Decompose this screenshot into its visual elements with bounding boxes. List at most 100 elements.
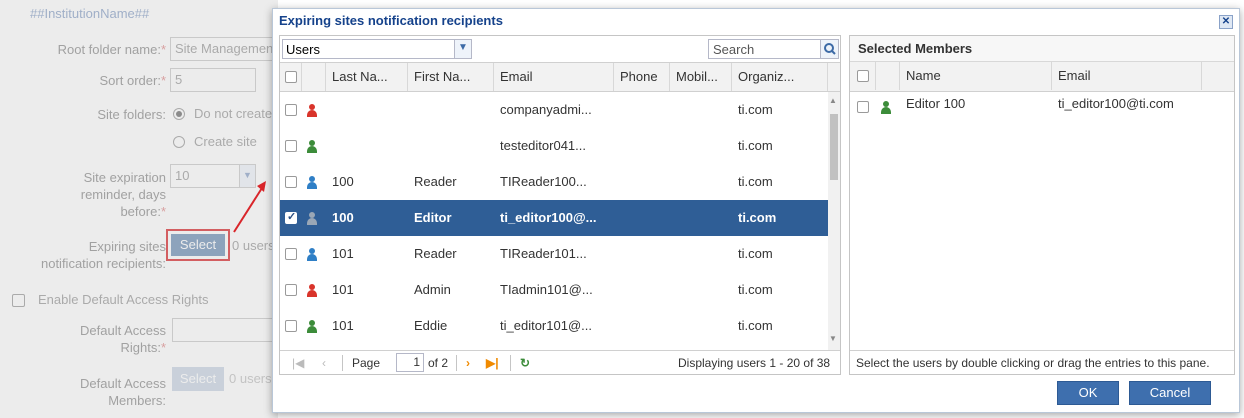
row-checkbox[interactable] [285,248,297,260]
header-first-name[interactable]: First Na... [408,63,494,91]
sort-order-label-text: Sort order: [99,73,161,88]
row-checkbox[interactable] [285,210,297,224]
pager-separator [510,355,511,371]
header-email[interactable]: Email [494,63,614,91]
default-access-checkbox[interactable] [12,294,25,307]
site-folders-option-no: Do not create [194,106,273,121]
user-icon-body [307,146,317,153]
cell-email: ti_editor100@... [500,210,597,225]
header-select-all-cell[interactable] [280,63,302,91]
user-icon [880,101,892,114]
default-members-label: Default Access Members: [10,375,166,409]
cell-email: TIReader100... [500,174,587,189]
row-checkbox[interactable] [285,320,297,332]
cell-last: 101 [332,318,354,333]
background-form: ##InstitutionName## Root folder name:* S… [0,0,278,418]
default-rights-label-line2: Rights: [120,340,161,355]
search-input[interactable]: Search [708,39,839,59]
user-icon [306,284,318,297]
expiration-label-line2: reminder, days [80,187,166,202]
selected-members-panel: Selected Members Name Email Editor 100 t… [849,35,1235,375]
close-icon[interactable]: ✕ [1219,15,1233,29]
cancel-button[interactable]: Cancel [1129,381,1211,405]
chevron-down-icon[interactable]: ▼ [454,40,471,58]
expiration-select[interactable]: 10 ▼ [170,164,256,188]
pager-separator [342,355,343,371]
page-number-input[interactable]: 1 [396,353,424,372]
user-type-combo[interactable]: Users ▼ [282,39,472,59]
row-checkbox[interactable] [285,140,297,152]
header-last-name[interactable]: Last Na... [326,63,408,91]
cell-last: 101 [332,246,354,261]
recipients-dialog: Expiring sites notification recipients ✕… [272,8,1240,413]
scroll-up-icon[interactable]: ▲ [829,96,837,105]
table-row[interactable]: testeditor041... ti.com [280,128,828,164]
table-row[interactable]: companyadmi... ti.com [280,92,828,128]
last-page-icon[interactable]: ▶| [486,356,499,370]
header-phone[interactable]: Phone [614,63,670,91]
select-all-checkbox[interactable] [285,71,297,83]
search-icon[interactable] [820,40,838,58]
header-organization[interactable]: Organiz... [732,63,828,91]
institution-name: ##InstitutionName## [30,6,150,21]
site-folders-radio-create[interactable] [173,136,185,148]
sort-order-input[interactable]: 5 [170,68,256,92]
scroll-thumb[interactable] [830,114,838,180]
site-folders-radio-no[interactable] [173,108,185,120]
recipients-select-highlight: Select [166,229,230,261]
expiration-label: Site expiration reminder, days before:* [10,169,166,220]
page-label: Page [352,356,381,370]
cell-first: Reader [414,174,457,189]
cell-email: TIadmin101@... [500,282,593,297]
next-page-icon[interactable]: › [466,356,470,370]
dialog-title: Expiring sites notification recipients [279,13,503,28]
required-mark: * [160,204,166,219]
expiration-value: 10 [175,168,190,183]
default-access-label: Enable Default Access Rights [38,292,209,307]
ok-button[interactable]: OK [1057,381,1119,405]
cell-email: TIReader101... [500,246,587,261]
row-checkbox[interactable] [285,104,297,116]
expiration-label-line3: before: [120,204,161,219]
first-page-icon[interactable]: |◀ [292,356,304,370]
table-row[interactable]: 100 Editor ti_editor100@... ti.com [280,200,828,236]
cell-last: 100 [332,174,354,189]
recipients-label: Expiring sites notification recipients: [10,238,166,272]
cell-first: Reader [414,246,457,261]
grid-scrollbar[interactable]: ▲ ▼ [828,92,840,350]
prev-page-icon[interactable]: ‹ [322,356,326,370]
user-icon [306,140,318,153]
default-rights-input[interactable] [172,318,278,342]
table-row[interactable]: 100 Reader TIReader100... ti.com [280,164,828,200]
selected-header-email[interactable]: Email [1052,62,1202,90]
cell-first: Admin [414,282,451,297]
chevron-down-icon[interactable]: ▼ [239,165,255,187]
display-summary: Displaying users 1 - 20 of 38 [678,356,831,370]
cell-org: ti.com [738,102,773,117]
table-row[interactable]: 101 Reader TIReader101... ti.com [280,236,828,272]
search-placeholder: Search [713,42,755,57]
cell-org: ti.com [738,210,777,225]
header-mobile[interactable]: Mobil... [670,63,732,91]
scroll-down-icon[interactable]: ▼ [829,334,837,343]
row-checkbox[interactable] [285,284,297,296]
user-icon-body [881,107,891,114]
selected-select-all-cell[interactable] [850,62,876,90]
refresh-icon[interactable]: ↻ [520,356,530,370]
recipients-select-button[interactable]: Select [171,234,225,256]
root-folder-input[interactable]: Site Management [170,37,278,61]
selected-members-header: Name Email [850,62,1234,92]
cell-org: ti.com [738,282,773,297]
selected-select-all-checkbox[interactable] [857,70,869,82]
user-icon-body [307,218,317,225]
members-select-button[interactable]: Select [172,367,224,391]
selected-member-row[interactable]: Editor 100 ti_editor100@ti.com [850,92,1234,122]
default-members-label-line1: Default Access [80,376,166,391]
table-row[interactable]: 101 Admin TIadmin101@... ti.com [280,272,828,308]
table-row[interactable]: 101 Eddie ti_editor101@... ti.com [280,308,828,344]
selected-member-checkbox[interactable] [857,101,869,113]
cell-org: ti.com [738,246,773,261]
cell-email: companyadmi... [500,102,592,117]
row-checkbox[interactable] [285,176,297,188]
selected-header-name[interactable]: Name [900,62,1052,90]
